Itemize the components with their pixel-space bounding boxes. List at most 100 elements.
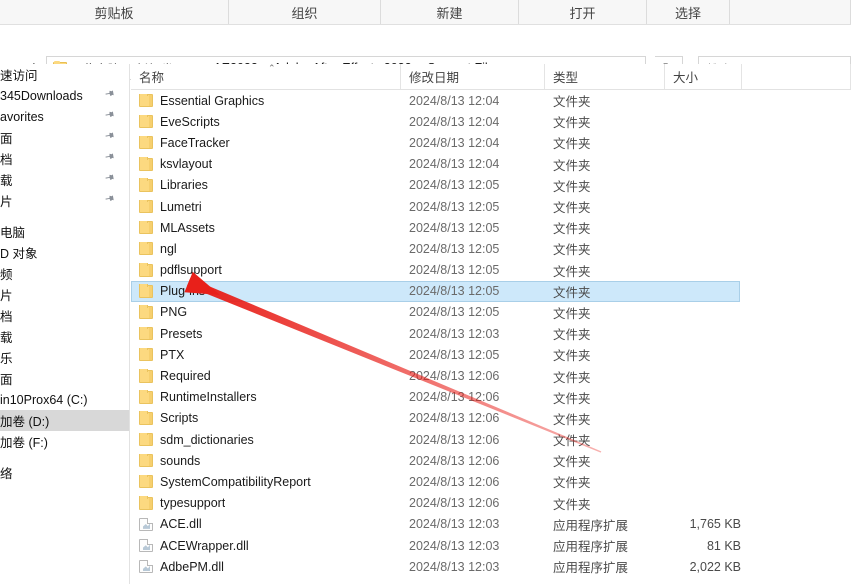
file-row[interactable]: RuntimeInstallers 2024/8/13 12:06 文件夹 xyxy=(131,387,851,408)
sidebar-item[interactable]: 载 xyxy=(0,169,129,190)
file-size-cell: 1,765 KB xyxy=(689,517,741,532)
folder-icon xyxy=(139,199,153,214)
pin-icon[interactable] xyxy=(100,128,118,146)
sidebar-item[interactable]: 面 xyxy=(0,368,129,389)
sidebar-item[interactable]: avorites xyxy=(0,106,129,127)
sidebar-item[interactable]: in10Prox64 (C:) xyxy=(0,389,129,410)
navigation-pane[interactable]: 速访问 345Downloads avorites 面档载片电脑 D 对象频片档载乐面 i… xyxy=(0,64,130,584)
ribbon-group-剪贴板[interactable]: 剪贴板 xyxy=(0,0,229,24)
file-date-modified-cell: 2024/8/13 12:05 xyxy=(409,220,500,235)
ribbon-group-empty-5 xyxy=(730,0,851,24)
file-row[interactable]: Plug-ins 2024/8/13 12:05 文件夹 xyxy=(131,280,851,302)
sidebar-item[interactable]: 档 xyxy=(0,305,129,326)
pin-icon[interactable] xyxy=(100,107,118,125)
file-type-cell: 文件夹 xyxy=(553,497,591,512)
ribbon-group-新建[interactable]: 新建 xyxy=(381,0,519,24)
file-type-cell: 文件夹 xyxy=(553,391,591,406)
navigation-pane-group-gap xyxy=(0,452,129,462)
file-list[interactable]: Essential Graphics 2024/8/13 12:04 文件夹 EveS… xyxy=(131,90,851,584)
file-name-cell: Plug-ins xyxy=(139,284,399,298)
file-row[interactable]: FaceTracker 2024/8/13 12:04 文件夹 xyxy=(131,132,851,153)
sidebar-item[interactable]: 载 xyxy=(0,326,129,347)
file-row[interactable]: AdbePM.dll 2024/8/13 12:03 应用程序扩展 2,022 KB xyxy=(131,556,851,577)
folder-icon xyxy=(139,241,153,256)
sidebar-item-label: 电脑 xyxy=(0,226,26,240)
pin-icon[interactable] xyxy=(100,191,118,209)
file-row[interactable]: ACE.dll 2024/8/13 12:03 应用程序扩展 1,765 KB xyxy=(131,514,851,535)
file-name-cell: Lumetri xyxy=(139,199,399,214)
file-name-cell: typesupport xyxy=(139,496,399,510)
sidebar-item[interactable]: 电脑 xyxy=(0,221,129,242)
pin-icon[interactable] xyxy=(100,86,118,104)
sidebar-item[interactable]: 片 xyxy=(0,284,129,305)
file-row[interactable]: SystemCompatibilityReport 2024/8/13 12:06… xyxy=(131,471,851,492)
column-header-大小[interactable]: 大小 xyxy=(665,64,742,89)
sidebar-item-label: 加卷 (D:) xyxy=(0,415,50,429)
file-name-cell: ksvlayout xyxy=(139,157,399,171)
file-name-cell: sounds xyxy=(139,453,399,468)
folder-icon xyxy=(139,432,153,447)
file-name-label: AdbePM.dll xyxy=(160,559,224,574)
sidebar-item[interactable]: 345Downloads xyxy=(0,85,129,106)
column-header-row: 名称 修改日期 类型 大小 xyxy=(131,64,851,90)
file-row[interactable]: Essential Graphics 2024/8/13 12:04 文件夹 xyxy=(131,90,851,111)
sidebar-item[interactable]: 乐 xyxy=(0,347,129,368)
file-row[interactable]: pdflsupport 2024/8/13 12:05 文件夹 xyxy=(131,260,851,281)
sidebar-item[interactable]: 频 xyxy=(0,263,129,284)
file-row[interactable]: ksvlayout 2024/8/13 12:04 文件夹 xyxy=(131,154,851,175)
sidebar-item[interactable]: 片 xyxy=(0,190,129,211)
sidebar-item[interactable]: 络 xyxy=(0,462,129,483)
file-date-modified-cell: 2024/8/13 12:04 xyxy=(409,135,500,150)
file-row[interactable]: PNG 2024/8/13 12:05 文件夹 xyxy=(131,302,851,323)
file-row[interactable]: ngl 2024/8/13 12:05 文件夹 xyxy=(131,238,851,259)
file-row[interactable]: Required 2024/8/13 12:06 文件夹 xyxy=(131,365,851,386)
ribbon-group-组织[interactable]: 组织 xyxy=(229,0,381,24)
file-size-cell: 2,022 KB xyxy=(689,559,741,574)
file-row[interactable]: typesupport 2024/8/13 12:06 文件夹 xyxy=(131,493,851,514)
file-row[interactable]: Presets 2024/8/13 12:03 文件夹 xyxy=(131,323,851,344)
pin-icon[interactable] xyxy=(100,149,118,167)
file-row[interactable]: sounds 2024/8/13 12:06 文件夹 xyxy=(131,450,851,471)
file-row[interactable]: Scripts 2024/8/13 12:06 文件夹 xyxy=(131,408,851,429)
ribbon-group-打开[interactable]: 打开 xyxy=(519,0,647,24)
file-date-modified-cell: 2024/8/13 12:06 xyxy=(409,369,500,384)
ribbon-group-label: 选择 xyxy=(674,5,701,21)
file-name-cell: ngl xyxy=(139,241,399,256)
column-header-类型[interactable]: 类型 xyxy=(545,64,665,89)
column-header-label: 大小 xyxy=(673,71,699,85)
file-name-cell: ACEWrapper.dll xyxy=(139,539,399,553)
column-header-名称[interactable]: 名称 xyxy=(131,64,401,89)
file-date-modified-cell: 2024/8/13 12:05 xyxy=(409,347,500,362)
file-date-modified-cell: 2024/8/13 12:03 xyxy=(409,517,500,532)
file-type-cell: 文件夹 xyxy=(553,116,591,131)
file-date-modified-cell: 2024/8/13 12:04 xyxy=(409,93,500,108)
sidebar-item[interactable]: 加卷 (F:) xyxy=(0,431,129,452)
file-name-label: sounds xyxy=(160,453,201,468)
sidebar-item[interactable]: 加卷 (D:) xyxy=(0,410,129,431)
ribbon-group-选择[interactable]: 选择 xyxy=(647,0,730,24)
file-row[interactable]: Lumetri 2024/8/13 12:05 文件夹 xyxy=(131,196,851,217)
file-name-label: ngl xyxy=(160,241,177,256)
file-name-label: Plug-ins xyxy=(160,284,206,299)
file-row[interactable]: Libraries 2024/8/13 12:05 文件夹 xyxy=(131,175,851,196)
file-type-cell: 文件夹 xyxy=(553,95,591,110)
sidebar-item[interactable]: D 对象 xyxy=(0,242,129,263)
sidebar-item[interactable]: 速访问 xyxy=(0,64,129,85)
column-header-修改日期[interactable]: 修改日期 xyxy=(401,64,545,89)
file-name-label: ksvlayout xyxy=(160,157,213,172)
file-row[interactable]: ACEWrapper.dll 2024/8/13 12:03 应用程序扩展 81 KB xyxy=(131,535,851,556)
pin-icon[interactable] xyxy=(100,170,118,188)
sidebar-item[interactable]: 面 xyxy=(0,127,129,148)
file-row[interactable]: MLAssets 2024/8/13 12:05 文件夹 xyxy=(131,217,851,238)
file-row[interactable]: PTX 2024/8/13 12:05 文件夹 xyxy=(131,344,851,365)
file-row[interactable]: sdm_dictionaries 2024/8/13 12:06 文件夹 xyxy=(131,429,851,450)
file-type-cell: 文件夹 xyxy=(553,201,591,216)
file-name-cell: Required xyxy=(139,369,399,383)
file-row[interactable]: EveScripts 2024/8/13 12:04 文件夹 xyxy=(131,111,851,132)
file-name-label: Essential Graphics xyxy=(160,93,265,108)
folder-icon xyxy=(139,411,153,425)
folder-icon xyxy=(139,178,153,192)
file-name-label: typesupport xyxy=(160,496,226,511)
sidebar-item[interactable]: 档 xyxy=(0,148,129,169)
file-date-modified-cell: 2024/8/13 12:03 xyxy=(409,559,500,574)
